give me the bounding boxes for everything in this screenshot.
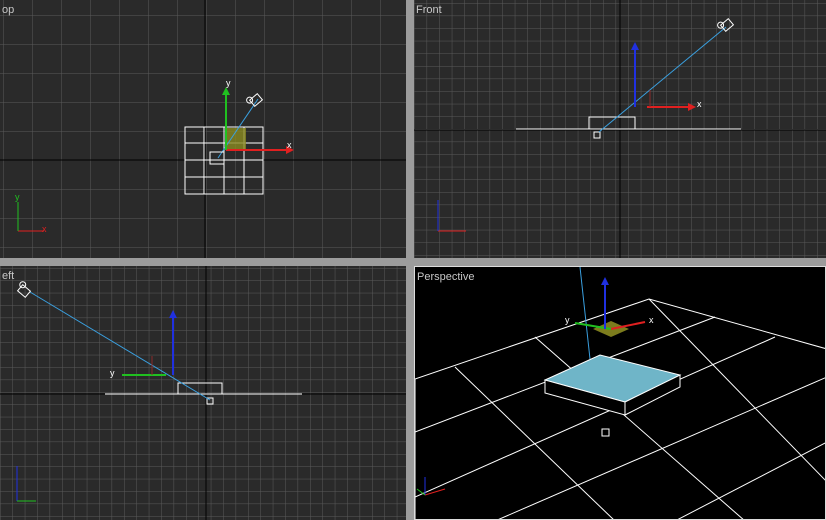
front-grid: x: [414, 0, 826, 258]
svg-text:x: x: [697, 99, 702, 109]
viewport-label-front[interactable]: Front: [416, 4, 442, 16]
svg-text:x: x: [649, 315, 654, 325]
viewport-top[interactable]: x y y x op: [0, 0, 406, 258]
svg-text:x: x: [42, 224, 47, 234]
camera-line-persp: [579, 267, 591, 360]
viewport-label-top[interactable]: op: [2, 4, 14, 16]
viewport-perspective[interactable]: x y Perspective: [414, 266, 826, 520]
svg-text:y: y: [110, 368, 115, 378]
viewport-front[interactable]: x Front: [414, 0, 826, 258]
left-grid: y: [0, 266, 406, 520]
viewport-divider-vertical[interactable]: [406, 0, 414, 520]
top-grid: x y y x: [0, 0, 406, 258]
svg-text:y: y: [15, 192, 20, 202]
target-icon: [601, 428, 610, 437]
svg-text:y: y: [226, 78, 231, 88]
axis-x-label: x: [287, 140, 292, 150]
svg-text:y: y: [565, 315, 570, 325]
viewport-left[interactable]: y eft: [0, 266, 406, 520]
viewport-label-perspective[interactable]: Perspective: [417, 271, 474, 283]
viewport-label-left[interactable]: eft: [2, 270, 14, 282]
perspective-scene: x y: [415, 267, 825, 519]
